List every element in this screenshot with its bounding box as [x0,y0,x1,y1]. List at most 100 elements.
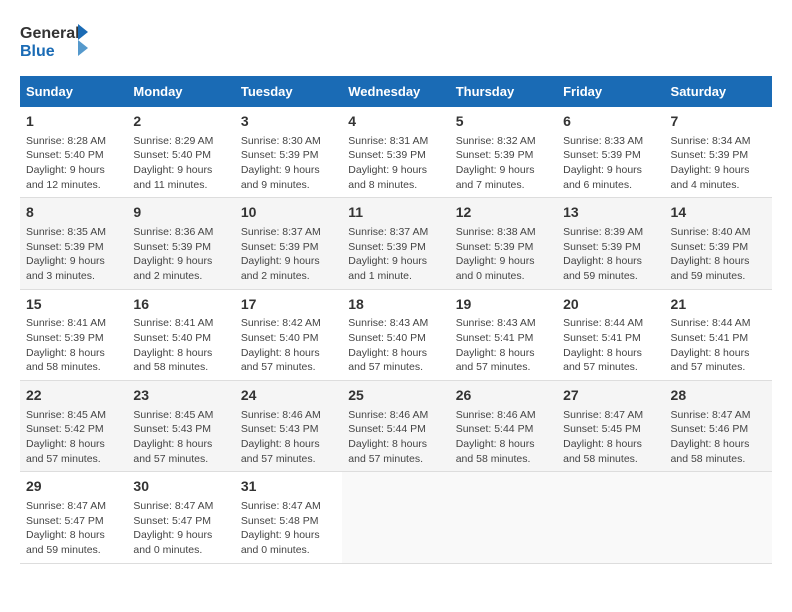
weekday-header: Thursday [450,76,557,107]
weekday-header: Saturday [665,76,772,107]
day-info: Sunrise: 8:47 AM Sunset: 5:46 PM Dayligh… [671,408,766,467]
day-info: Sunrise: 8:43 AM Sunset: 5:40 PM Dayligh… [348,316,443,375]
day-number: 17 [241,295,336,315]
calendar-cell: 29Sunrise: 8:47 AM Sunset: 5:47 PM Dayli… [20,472,127,563]
calendar-cell: 13Sunrise: 8:39 AM Sunset: 5:39 PM Dayli… [557,198,664,289]
day-number: 28 [671,386,766,406]
day-number: 1 [26,112,121,132]
calendar-cell: 22Sunrise: 8:45 AM Sunset: 5:42 PM Dayli… [20,381,127,472]
calendar-cell [342,472,449,563]
calendar-cell: 5Sunrise: 8:32 AM Sunset: 5:39 PM Daylig… [450,107,557,198]
calendar-cell: 8Sunrise: 8:35 AM Sunset: 5:39 PM Daylig… [20,198,127,289]
calendar-cell: 12Sunrise: 8:38 AM Sunset: 5:39 PM Dayli… [450,198,557,289]
day-info: Sunrise: 8:46 AM Sunset: 5:44 PM Dayligh… [456,408,551,467]
day-info: Sunrise: 8:34 AM Sunset: 5:39 PM Dayligh… [671,134,766,193]
day-info: Sunrise: 8:46 AM Sunset: 5:43 PM Dayligh… [241,408,336,467]
day-number: 5 [456,112,551,132]
weekday-header: Tuesday [235,76,342,107]
day-info: Sunrise: 8:44 AM Sunset: 5:41 PM Dayligh… [563,316,658,375]
day-number: 26 [456,386,551,406]
day-info: Sunrise: 8:47 AM Sunset: 5:45 PM Dayligh… [563,408,658,467]
calendar-cell: 31Sunrise: 8:47 AM Sunset: 5:48 PM Dayli… [235,472,342,563]
calendar-cell: 11Sunrise: 8:37 AM Sunset: 5:39 PM Dayli… [342,198,449,289]
weekday-header-row: SundayMondayTuesdayWednesdayThursdayFrid… [20,76,772,107]
day-number: 8 [26,203,121,223]
day-info: Sunrise: 8:37 AM Sunset: 5:39 PM Dayligh… [348,225,443,284]
calendar-cell: 15Sunrise: 8:41 AM Sunset: 5:39 PM Dayli… [20,289,127,380]
day-number: 18 [348,295,443,315]
day-info: Sunrise: 8:32 AM Sunset: 5:39 PM Dayligh… [456,134,551,193]
day-info: Sunrise: 8:28 AM Sunset: 5:40 PM Dayligh… [26,134,121,193]
calendar-week-row: 8Sunrise: 8:35 AM Sunset: 5:39 PM Daylig… [20,198,772,289]
day-number: 7 [671,112,766,132]
day-info: Sunrise: 8:45 AM Sunset: 5:42 PM Dayligh… [26,408,121,467]
day-info: Sunrise: 8:39 AM Sunset: 5:39 PM Dayligh… [563,225,658,284]
calendar-cell: 19Sunrise: 8:43 AM Sunset: 5:41 PM Dayli… [450,289,557,380]
day-number: 30 [133,477,228,497]
calendar-cell: 26Sunrise: 8:46 AM Sunset: 5:44 PM Dayli… [450,381,557,472]
calendar-cell: 7Sunrise: 8:34 AM Sunset: 5:39 PM Daylig… [665,107,772,198]
calendar-week-row: 29Sunrise: 8:47 AM Sunset: 5:47 PM Dayli… [20,472,772,563]
day-info: Sunrise: 8:30 AM Sunset: 5:39 PM Dayligh… [241,134,336,193]
day-info: Sunrise: 8:41 AM Sunset: 5:39 PM Dayligh… [26,316,121,375]
day-number: 19 [456,295,551,315]
calendar-cell: 2Sunrise: 8:29 AM Sunset: 5:40 PM Daylig… [127,107,234,198]
weekday-header: Friday [557,76,664,107]
calendar-cell: 17Sunrise: 8:42 AM Sunset: 5:40 PM Dayli… [235,289,342,380]
calendar-cell: 20Sunrise: 8:44 AM Sunset: 5:41 PM Dayli… [557,289,664,380]
day-number: 6 [563,112,658,132]
day-info: Sunrise: 8:38 AM Sunset: 5:39 PM Dayligh… [456,225,551,284]
day-number: 23 [133,386,228,406]
day-number: 2 [133,112,228,132]
day-info: Sunrise: 8:31 AM Sunset: 5:39 PM Dayligh… [348,134,443,193]
calendar-cell: 27Sunrise: 8:47 AM Sunset: 5:45 PM Dayli… [557,381,664,472]
day-number: 21 [671,295,766,315]
day-info: Sunrise: 8:33 AM Sunset: 5:39 PM Dayligh… [563,134,658,193]
calendar-cell: 25Sunrise: 8:46 AM Sunset: 5:44 PM Dayli… [342,381,449,472]
calendar-cell [665,472,772,563]
calendar-cell: 28Sunrise: 8:47 AM Sunset: 5:46 PM Dayli… [665,381,772,472]
logo-icon: GeneralBlue [20,20,90,60]
calendar-cell [557,472,664,563]
day-info: Sunrise: 8:41 AM Sunset: 5:40 PM Dayligh… [133,316,228,375]
day-info: Sunrise: 8:36 AM Sunset: 5:39 PM Dayligh… [133,225,228,284]
calendar-cell: 14Sunrise: 8:40 AM Sunset: 5:39 PM Dayli… [665,198,772,289]
day-number: 20 [563,295,658,315]
calendar-cell: 3Sunrise: 8:30 AM Sunset: 5:39 PM Daylig… [235,107,342,198]
day-info: Sunrise: 8:40 AM Sunset: 5:39 PM Dayligh… [671,225,766,284]
day-number: 11 [348,203,443,223]
calendar-cell: 16Sunrise: 8:41 AM Sunset: 5:40 PM Dayli… [127,289,234,380]
day-number: 24 [241,386,336,406]
calendar-cell [450,472,557,563]
calendar-cell: 10Sunrise: 8:37 AM Sunset: 5:39 PM Dayli… [235,198,342,289]
weekday-header: Monday [127,76,234,107]
day-number: 12 [456,203,551,223]
calendar-week-row: 22Sunrise: 8:45 AM Sunset: 5:42 PM Dayli… [20,381,772,472]
day-number: 31 [241,477,336,497]
calendar-cell: 21Sunrise: 8:44 AM Sunset: 5:41 PM Dayli… [665,289,772,380]
day-info: Sunrise: 8:35 AM Sunset: 5:39 PM Dayligh… [26,225,121,284]
day-info: Sunrise: 8:45 AM Sunset: 5:43 PM Dayligh… [133,408,228,467]
day-info: Sunrise: 8:47 AM Sunset: 5:47 PM Dayligh… [26,499,121,558]
day-number: 4 [348,112,443,132]
svg-text:General: General [20,25,80,42]
calendar-cell: 4Sunrise: 8:31 AM Sunset: 5:39 PM Daylig… [342,107,449,198]
day-info: Sunrise: 8:46 AM Sunset: 5:44 PM Dayligh… [348,408,443,467]
calendar-cell: 30Sunrise: 8:47 AM Sunset: 5:47 PM Dayli… [127,472,234,563]
calendar-week-row: 1Sunrise: 8:28 AM Sunset: 5:40 PM Daylig… [20,107,772,198]
calendar-cell: 23Sunrise: 8:45 AM Sunset: 5:43 PM Dayli… [127,381,234,472]
day-number: 22 [26,386,121,406]
day-number: 25 [348,386,443,406]
day-info: Sunrise: 8:44 AM Sunset: 5:41 PM Dayligh… [671,316,766,375]
calendar-week-row: 15Sunrise: 8:41 AM Sunset: 5:39 PM Dayli… [20,289,772,380]
day-info: Sunrise: 8:37 AM Sunset: 5:39 PM Dayligh… [241,225,336,284]
day-info: Sunrise: 8:47 AM Sunset: 5:48 PM Dayligh… [241,499,336,558]
calendar-cell: 1Sunrise: 8:28 AM Sunset: 5:40 PM Daylig… [20,107,127,198]
weekday-header: Wednesday [342,76,449,107]
page-header: GeneralBlue [20,20,772,60]
day-number: 29 [26,477,121,497]
day-info: Sunrise: 8:43 AM Sunset: 5:41 PM Dayligh… [456,316,551,375]
day-number: 27 [563,386,658,406]
logo: GeneralBlue [20,20,90,60]
day-number: 13 [563,203,658,223]
